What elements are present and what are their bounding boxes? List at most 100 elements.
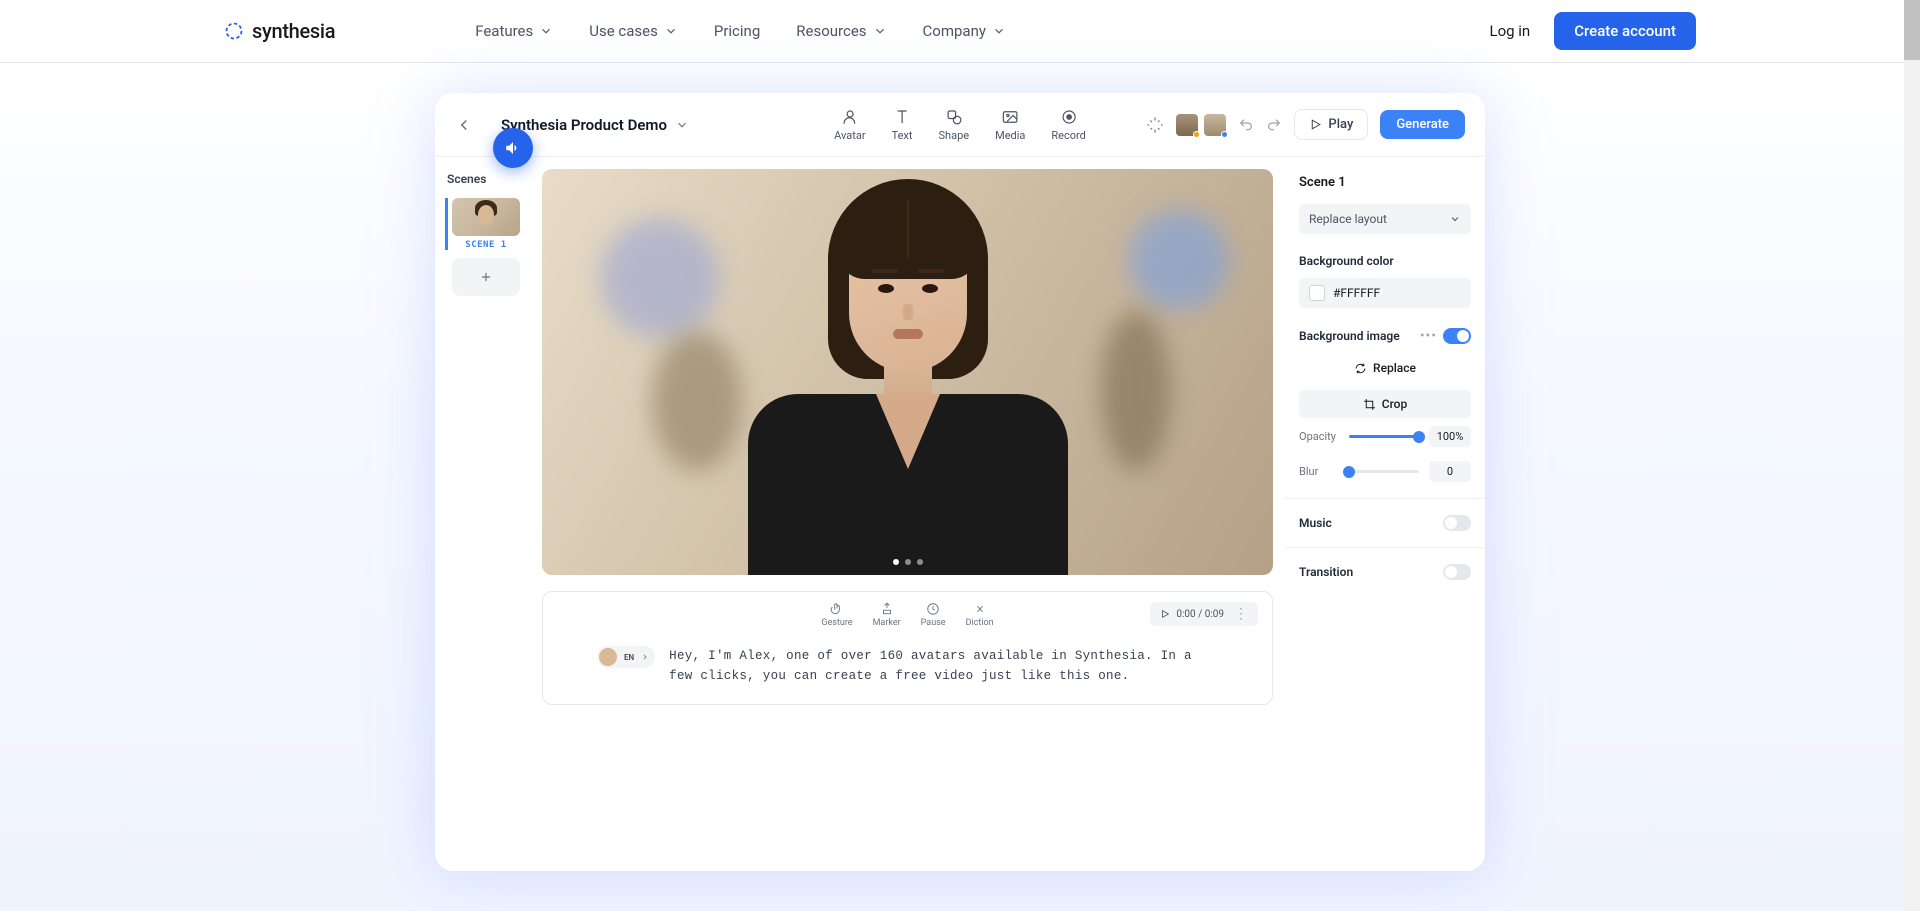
properties-panel: Scene 1 Replace layout Background color …	[1285, 157, 1485, 717]
tool-avatar[interactable]: Avatar	[834, 108, 865, 142]
chevron-right-icon	[641, 653, 649, 661]
script-tool-diction[interactable]: Diction	[966, 602, 994, 628]
script-tool-gesture[interactable]: Gesture	[821, 602, 852, 628]
layout-select[interactable]: Replace layout	[1299, 204, 1471, 234]
collaborator-avatar-1	[1176, 114, 1198, 136]
bg-image-label: Background image	[1299, 329, 1400, 343]
play-small-icon	[1160, 609, 1170, 619]
blur-slider-row: Blur 0	[1299, 461, 1471, 482]
script-tool-pause[interactable]: Pause	[921, 602, 946, 628]
editor-card: Synthesia Product Demo Avatar Text Shape…	[435, 93, 1485, 871]
plus-icon	[479, 270, 493, 284]
add-scene-button[interactable]	[452, 258, 520, 296]
back-arrow-icon[interactable]	[455, 116, 473, 134]
text-icon	[893, 108, 911, 126]
sparkle-icon[interactable]	[1146, 116, 1164, 134]
script-tools: Gesture Marker Pause Diction 0:00 / 0:09…	[557, 602, 1258, 628]
collaborator-avatars[interactable]	[1176, 114, 1226, 136]
avatar-icon	[841, 108, 859, 126]
video-canvas[interactable]	[542, 169, 1273, 575]
scenes-panel: Scenes SCENE 1	[435, 157, 530, 717]
marker-icon	[880, 602, 894, 616]
chevron-down-icon	[1449, 213, 1461, 225]
editor-top-right: Play Generate	[1146, 109, 1465, 140]
transition-label: Transition	[1299, 565, 1353, 579]
mute-toggle-button[interactable]	[493, 128, 533, 168]
opacity-label: Opacity	[1299, 430, 1339, 443]
media-icon	[1001, 108, 1019, 126]
language-badge: EN	[621, 652, 637, 663]
opacity-slider-row: Opacity 100%	[1299, 426, 1471, 447]
nav-links: Features Use cases Pricing Resources Com…	[475, 22, 1489, 40]
chevron-down-icon[interactable]	[675, 118, 689, 132]
nav-pricing[interactable]: Pricing	[714, 22, 760, 40]
redo-icon[interactable]	[1266, 117, 1282, 133]
panel-title: Scene 1	[1299, 175, 1471, 190]
diction-icon	[973, 602, 987, 616]
generate-button[interactable]: Generate	[1380, 110, 1465, 139]
crop-icon	[1363, 398, 1376, 411]
tool-shape[interactable]: Shape	[938, 108, 969, 142]
bg-image-toggle[interactable]	[1443, 328, 1471, 344]
scene-label: SCENE 1	[452, 240, 520, 250]
bg-color-input[interactable]: #FFFFFF	[1299, 278, 1471, 308]
nav-features[interactable]: Features	[475, 22, 553, 40]
blur-slider[interactable]	[1349, 470, 1419, 473]
nav-resources[interactable]: Resources	[796, 22, 886, 40]
music-toggle[interactable]	[1443, 515, 1471, 531]
create-account-button[interactable]: Create account	[1554, 12, 1696, 50]
synthesia-logo-icon	[224, 21, 244, 41]
bg-image-more-icon[interactable]: •••	[1420, 328, 1437, 344]
pause-clock-icon	[926, 602, 940, 616]
project-title[interactable]: Synthesia Product Demo	[501, 116, 667, 134]
nav-usecases[interactable]: Use cases	[589, 22, 678, 40]
script-content: EN Hey, I'm Alex, one of over 160 avatar…	[557, 646, 1258, 694]
bg-color-label: Background color	[1299, 254, 1471, 268]
editor-toolbar: Synthesia Product Demo Avatar Text Shape…	[435, 93, 1485, 157]
play-button[interactable]: Play	[1294, 109, 1368, 140]
scenes-title: Scenes	[447, 172, 520, 186]
undo-icon[interactable]	[1238, 117, 1254, 133]
editor-body: Scenes SCENE 1	[435, 157, 1485, 717]
speaker-on-icon	[504, 139, 522, 157]
blur-value[interactable]: 0	[1429, 461, 1471, 482]
script-tool-marker[interactable]: Marker	[873, 602, 901, 628]
color-swatch	[1309, 285, 1325, 301]
login-link[interactable]: Log in	[1490, 22, 1531, 40]
chevron-down-icon	[539, 24, 553, 38]
crop-image-button[interactable]: Crop	[1299, 390, 1471, 418]
chevron-down-icon	[992, 24, 1006, 38]
canvas-area: Gesture Marker Pause Diction 0:00 / 0:09…	[530, 157, 1285, 717]
replace-image-button[interactable]: Replace	[1299, 354, 1471, 382]
play-icon	[1309, 118, 1322, 131]
canvas-pagination-dots	[893, 559, 923, 565]
nav-company[interactable]: Company	[923, 22, 1006, 40]
brand-logo[interactable]: synthesia	[224, 19, 335, 43]
page-scrollbar[interactable]	[1904, 0, 1920, 911]
tool-record[interactable]: Record	[1051, 108, 1085, 142]
script-time[interactable]: 0:00 / 0:09 ⋮	[1150, 602, 1258, 626]
transition-toggle[interactable]	[1443, 564, 1471, 580]
canvas-tools: Avatar Text Shape Media Record	[834, 108, 1086, 142]
script-panel: Gesture Marker Pause Diction 0:00 / 0:09…	[542, 591, 1273, 705]
editor-outer: Synthesia Product Demo Avatar Text Shape…	[0, 63, 1920, 911]
opacity-value[interactable]: 100%	[1429, 426, 1471, 447]
music-label: Music	[1299, 516, 1332, 530]
voice-selector[interactable]: EN	[597, 646, 655, 668]
tool-media[interactable]: Media	[995, 108, 1025, 142]
nav-right: Log in Create account	[1490, 12, 1697, 50]
shape-icon	[945, 108, 963, 126]
blur-label: Blur	[1299, 465, 1339, 478]
collaborator-avatar-2	[1204, 114, 1226, 136]
scene-thumbnail	[452, 198, 520, 236]
opacity-slider[interactable]	[1349, 435, 1419, 438]
replace-icon	[1354, 362, 1367, 375]
scene-item-1[interactable]: SCENE 1	[445, 198, 520, 250]
chevron-down-icon	[664, 24, 678, 38]
chevron-down-icon	[873, 24, 887, 38]
script-text[interactable]: Hey, I'm Alex, one of over 160 avatars a…	[669, 646, 1218, 686]
voice-avatar	[599, 648, 617, 666]
tool-text[interactable]: Text	[892, 108, 913, 142]
gesture-icon	[830, 602, 844, 616]
brand-name: synthesia	[252, 19, 335, 43]
